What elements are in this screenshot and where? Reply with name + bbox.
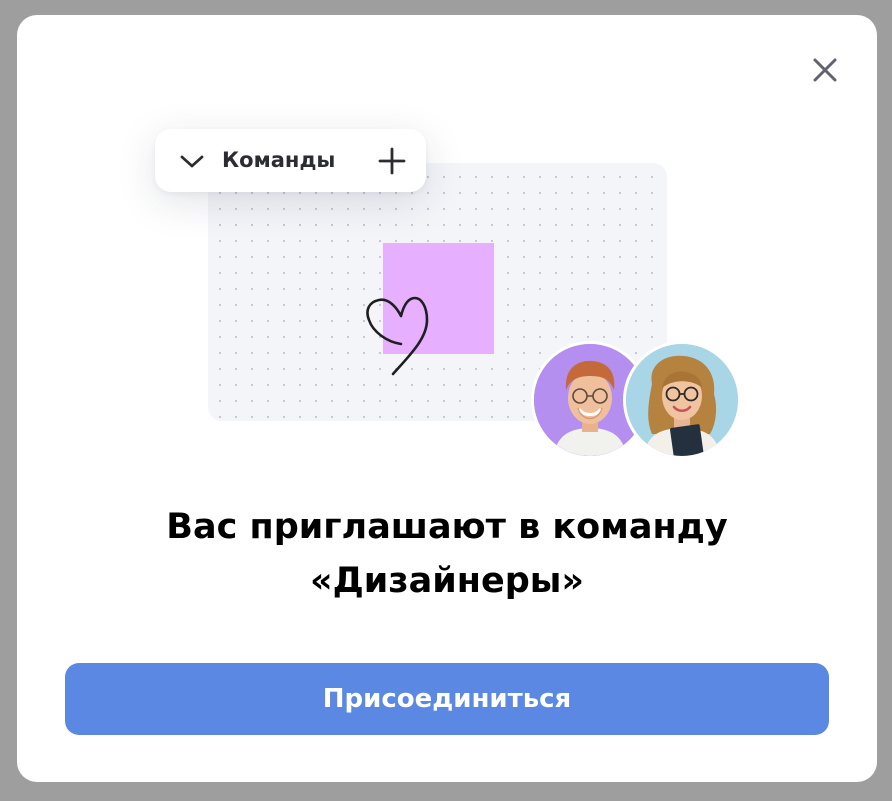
plus-icon[interactable] [377,146,407,176]
avatar-woman-illustration [626,344,738,456]
teams-dropdown[interactable]: Команды [155,129,426,192]
invite-title: Вас приглашают в команду «Дизайнеры» [17,500,877,608]
invite-title-line-1: Вас приглашают в команду [166,507,728,547]
chevron-down-icon [180,155,204,168]
heart-icon [366,296,429,376]
avatar-woman [623,341,741,459]
invite-dialog: Команды Вас приглашают в команду «Дизайн… [17,15,877,782]
teams-dropdown-label: Команды [222,148,336,172]
invite-illustration: Команды [17,15,877,485]
invite-title-line-2: «Дизайнеры» [309,561,585,601]
join-button[interactable]: Присоединиться [65,663,829,735]
